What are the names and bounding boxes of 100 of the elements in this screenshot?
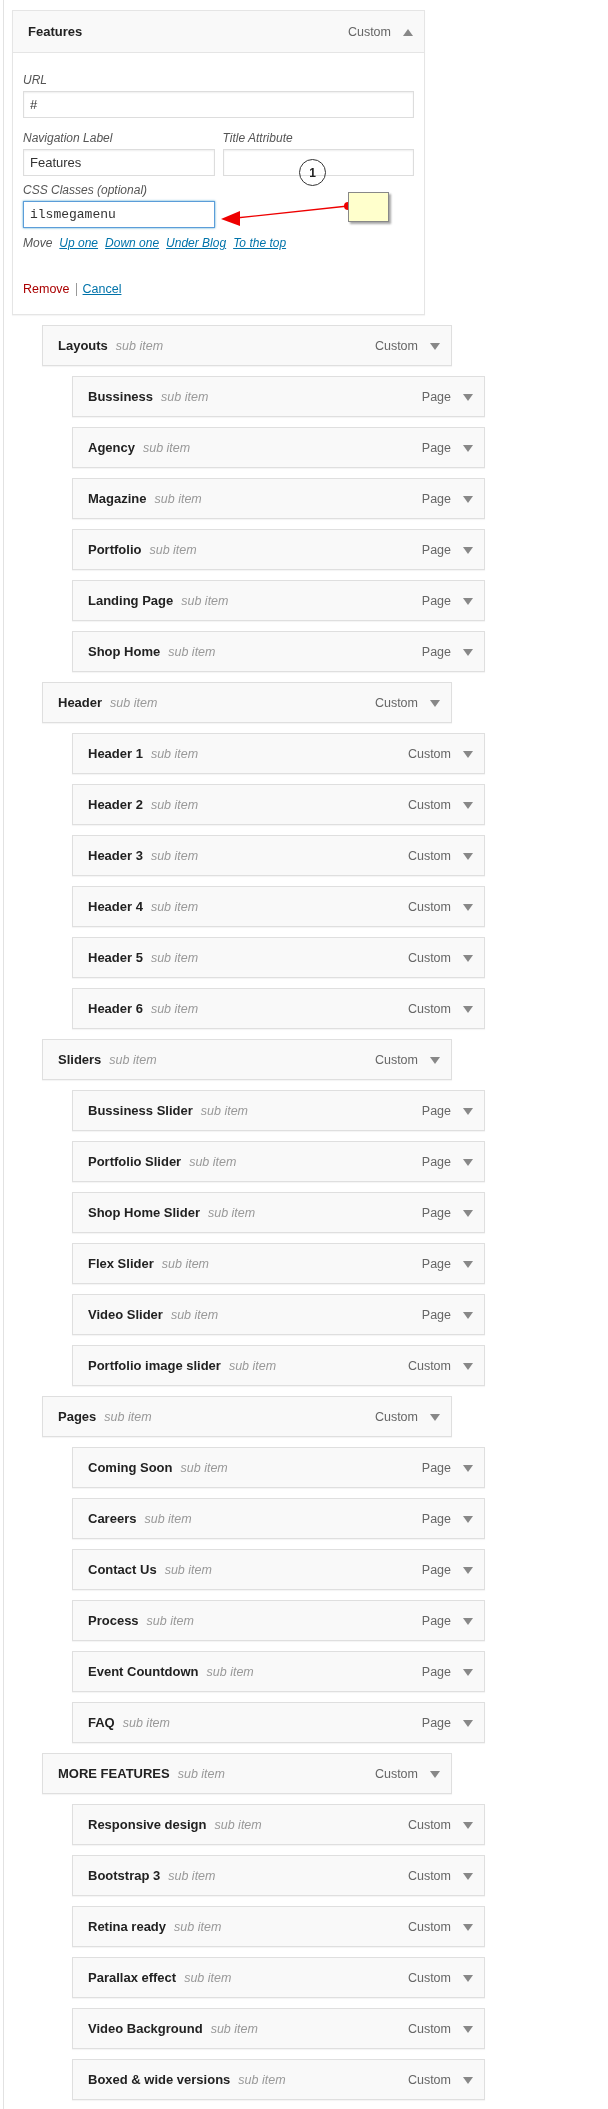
menu-item-title: Parallax effect	[88, 1970, 177, 1985]
move-link[interactable]: Under Blog	[166, 236, 227, 250]
menu-item-bar[interactable]: Parallax effect sub item Custom	[72, 1957, 485, 1998]
menu-item-bar[interactable]: Portfolio Slider sub item Page	[72, 1141, 485, 1182]
toggle-arrow-icon[interactable]	[463, 545, 473, 554]
field-label: Title Attribute	[222, 131, 294, 145]
menu-item-bar[interactable]: Coming Soon sub item Page	[72, 1447, 485, 1488]
menu-item-bar[interactable]: Portfolio image slider sub item Custom	[72, 1345, 485, 1386]
menu-item-bar[interactable]: Header 6 sub item Custom	[72, 988, 485, 1029]
menu-item-bar[interactable]: Agency sub item Page	[72, 427, 485, 468]
toggle-arrow-icon[interactable]	[463, 2024, 473, 2033]
menu-item-bar[interactable]: Contact Us sub item Page	[72, 1549, 485, 1590]
menu-item-bar[interactable]: MORE FEATURES sub item Custom	[42, 1753, 452, 1794]
menu-item-header[interactable]: Features Custom	[13, 11, 424, 53]
toggle-arrow-icon[interactable]	[463, 1361, 473, 1370]
remove-link[interactable]: Remove	[23, 282, 70, 296]
toggle-arrow-icon[interactable]	[463, 1922, 473, 1931]
menu-item-bar[interactable]: Sliders sub item Custom	[42, 1039, 452, 1080]
sub-item-label: sub item	[150, 848, 199, 863]
toggle-arrow-icon[interactable]	[463, 1565, 473, 1574]
toggle-arrow-icon[interactable]	[463, 1871, 473, 1880]
menu-item-bar[interactable]: Retina ready sub item Custom	[72, 1906, 485, 1947]
cancel-link[interactable]: Cancel	[82, 282, 122, 296]
move-link[interactable]: Up one	[59, 236, 99, 250]
toggle-arrow-icon[interactable]	[463, 1310, 473, 1319]
menu-item-bar[interactable]: Bootstrap 3 sub item Custom	[72, 1855, 485, 1896]
menu-item-bar[interactable]: Header sub item Custom	[42, 682, 452, 723]
sub-item-label: sub item	[181, 593, 229, 608]
menu-item-bar[interactable]: Header 4 sub item Custom	[72, 886, 485, 927]
menu-item-bar[interactable]: Layouts sub item Custom	[42, 325, 452, 366]
toggle-arrow-icon[interactable]	[403, 27, 413, 36]
sub-item-label: sub item	[184, 1970, 232, 1985]
toggle-arrow-icon[interactable]	[463, 2075, 473, 2084]
toggle-arrow-icon[interactable]	[463, 1208, 473, 1217]
menu-item-bar[interactable]: FAQ sub item Page	[72, 1702, 485, 1743]
menu-item-bar[interactable]: Process sub item Page	[72, 1600, 485, 1641]
toggle-arrow-icon[interactable]	[463, 443, 473, 452]
toggle-arrow-icon[interactable]	[463, 1973, 473, 1982]
move-link[interactable]: To the top	[233, 236, 287, 250]
menu-item-bar[interactable]: Pages sub item Custom	[42, 1396, 452, 1437]
toggle-arrow-icon[interactable]	[430, 1769, 440, 1778]
url-field[interactable]: #	[23, 91, 414, 118]
toggle-arrow-icon[interactable]	[463, 1514, 473, 1523]
menu-item-bar[interactable]: Video Slider sub item Page	[72, 1294, 485, 1335]
item-type: Custom	[407, 1358, 451, 1373]
item-type: Page	[421, 1307, 451, 1322]
menu-item-bar[interactable]: Shop Home sub item Page	[72, 631, 485, 672]
toggle-arrow-icon[interactable]	[430, 698, 440, 707]
toggle-arrow-icon[interactable]	[463, 953, 473, 962]
item-type: Custom	[374, 1409, 418, 1424]
menu-item-bar[interactable]: Header 5 sub item Custom	[72, 937, 485, 978]
toggle-arrow-icon[interactable]	[463, 749, 473, 758]
css-classes-field[interactable]: ilsmegamenu	[23, 201, 215, 228]
move-link[interactable]: Down one	[105, 236, 160, 250]
toggle-arrow-icon[interactable]	[463, 1667, 473, 1676]
menu-item-bar[interactable]: Landing Page sub item Page	[72, 580, 485, 621]
toggle-arrow-icon[interactable]	[463, 647, 473, 656]
item-type: Custom	[407, 1868, 451, 1883]
item-type: Custom	[407, 950, 451, 965]
toggle-arrow-icon[interactable]	[463, 851, 473, 860]
menu-item-bar[interactable]: Responsive design sub item Custom	[72, 1804, 485, 1845]
toggle-arrow-icon[interactable]	[463, 1004, 473, 1013]
item-type: Custom	[347, 24, 391, 39]
toggle-arrow-icon[interactable]	[463, 1259, 473, 1268]
menu-item-bar[interactable]: Header 1 sub item Custom	[72, 733, 485, 774]
title-attribute-field[interactable]	[222, 149, 414, 176]
toggle-arrow-icon[interactable]	[463, 494, 473, 503]
item-type: Page	[421, 491, 451, 506]
toggle-arrow-icon[interactable]	[463, 1616, 473, 1625]
item-type: Custom	[407, 2072, 451, 2087]
toggle-arrow-icon[interactable]	[463, 392, 473, 401]
menu-item-bar[interactable]: Careers sub item Page	[72, 1498, 485, 1539]
menu-item-bar[interactable]: Event Countdown sub item Page	[72, 1651, 485, 1692]
toggle-arrow-icon[interactable]	[463, 596, 473, 605]
menu-item-bar[interactable]: Bussiness sub item Page	[72, 376, 485, 417]
toggle-arrow-icon[interactable]	[463, 1157, 473, 1166]
item-type: Custom	[407, 746, 451, 761]
toggle-arrow-icon[interactable]	[463, 1463, 473, 1472]
toggle-arrow-icon[interactable]	[463, 1106, 473, 1115]
menu-item-bar[interactable]: Header 2 sub item Custom	[72, 784, 485, 825]
menu-item-bar[interactable]: Header 3 sub item Custom	[72, 835, 485, 876]
menu-item-bar[interactable]: Bussiness Slider sub item Page	[72, 1090, 485, 1131]
menu-item-bar[interactable]: Portfolio sub item Page	[72, 529, 485, 570]
menu-item-bar[interactable]: Video Background sub item Custom	[72, 2008, 485, 2049]
toggle-arrow-icon[interactable]	[430, 341, 440, 350]
navigation-label-field[interactable]: Features	[23, 149, 215, 176]
toggle-arrow-icon[interactable]	[463, 800, 473, 809]
toggle-arrow-icon[interactable]	[430, 1412, 440, 1421]
sub-item-label: sub item	[214, 1817, 262, 1832]
menu-item-title: Shop Home Slider	[88, 1205, 200, 1220]
toggle-arrow-icon[interactable]	[463, 902, 473, 911]
menu-item-bar[interactable]: Flex Slider sub item Page	[72, 1243, 485, 1284]
toggle-arrow-icon[interactable]	[463, 1718, 473, 1727]
toggle-arrow-icon[interactable]	[463, 1820, 473, 1829]
menu-item-bar[interactable]: Boxed & wide versions sub item Custom	[72, 2059, 485, 2100]
menu-item-bar[interactable]: Magazine sub item Page	[72, 478, 485, 519]
menu-item-bar[interactable]: Shop Home Slider sub item Page	[72, 1192, 485, 1233]
toggle-arrow-icon[interactable]	[430, 1055, 440, 1064]
menu-item-title: Process	[88, 1613, 139, 1628]
menu-item-title: Portfolio Slider	[88, 1154, 182, 1169]
